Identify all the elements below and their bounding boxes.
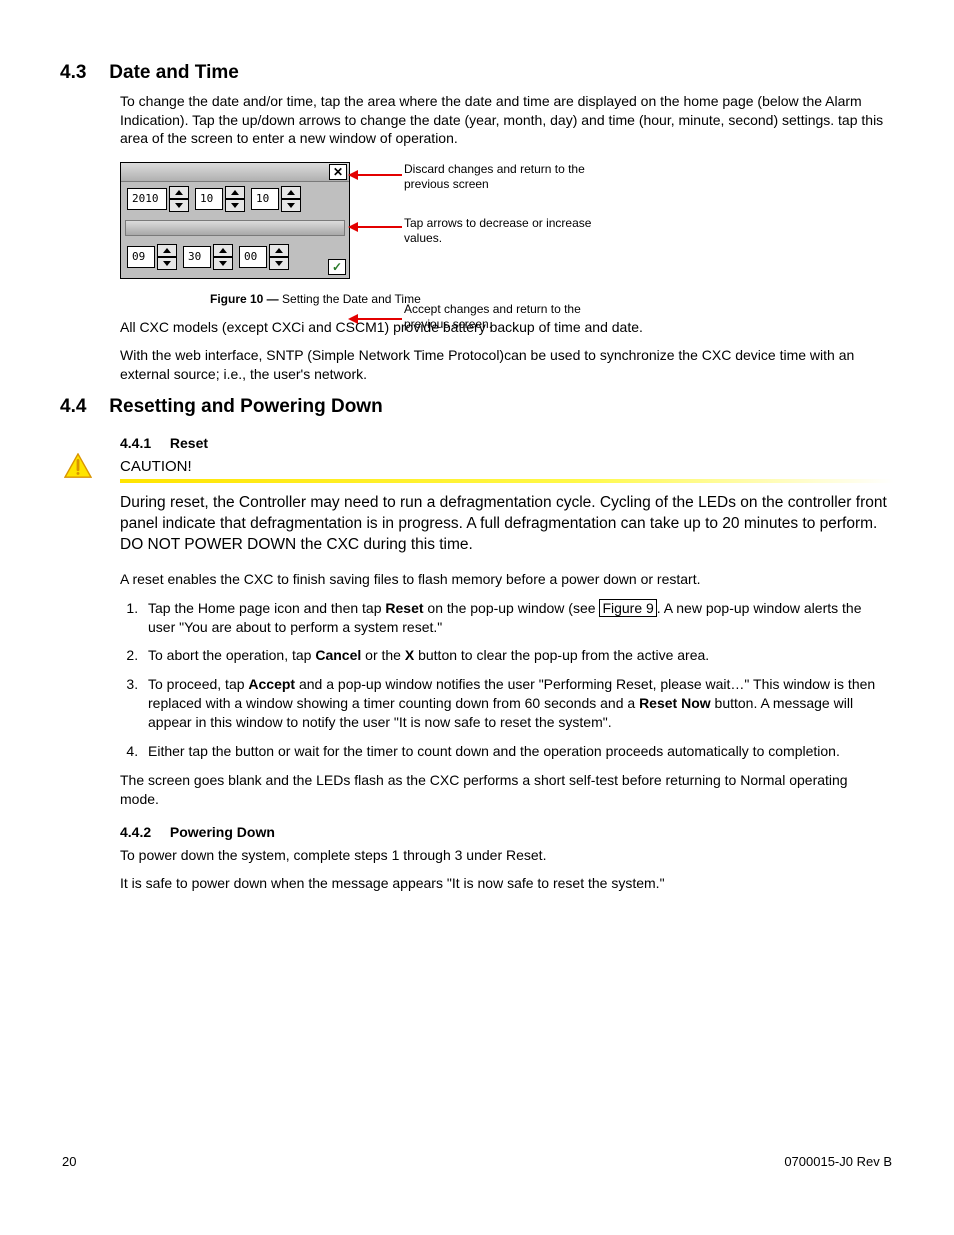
minute-down-icon[interactable] xyxy=(213,257,233,270)
callout-discard: Discard changes and return to the previo… xyxy=(404,162,624,192)
year-value: 2010 xyxy=(127,188,167,210)
date-row: 2010 10 10 xyxy=(121,182,349,216)
list-item: Tap the Home page icon and then tap Rese… xyxy=(142,599,890,637)
heading-4-4-1: 4.4.1 Reset xyxy=(120,434,890,453)
paragraph: A reset enables the CXC to finish saving… xyxy=(120,570,890,589)
list-item: To proceed, tap Accept and a pop-up wind… xyxy=(142,675,890,732)
callout-arrows: Tap arrows to decrease or increase value… xyxy=(404,216,624,246)
heading-4-4-2-number: 4.4.2 xyxy=(120,823,166,842)
reset-steps: Tap the Home page icon and then tap Rese… xyxy=(120,599,890,761)
figure-10: ✕ 2010 10 xyxy=(120,162,890,307)
dialog-titlebar: ✕ xyxy=(121,163,349,182)
close-icon[interactable]: ✕ xyxy=(329,164,347,180)
second-up-icon[interactable] xyxy=(269,244,289,257)
caution-divider xyxy=(120,479,894,483)
heading-4-3-title: Date and Time xyxy=(109,62,239,83)
paragraph: It is safe to power down when the messag… xyxy=(120,874,890,893)
heading-4-4-title: Resetting and Powering Down xyxy=(109,396,382,417)
paragraph: The screen goes blank and the LEDs flash… xyxy=(120,771,890,809)
day-up-icon[interactable] xyxy=(281,186,301,199)
year-down-icon[interactable] xyxy=(169,199,189,212)
year-spinner[interactable]: 2010 xyxy=(127,186,189,212)
month-spinner[interactable]: 10 xyxy=(195,186,245,212)
hour-down-icon[interactable] xyxy=(157,257,177,270)
month-value: 10 xyxy=(195,188,223,210)
heading-4-4-2-title: Powering Down xyxy=(170,824,275,840)
time-row: 09 30 00 xyxy=(121,240,349,274)
caution-icon xyxy=(64,453,92,479)
day-down-icon[interactable] xyxy=(281,199,301,212)
doc-id: 0700015-J0 Rev B xyxy=(784,1153,892,1171)
hour-spinner[interactable]: 09 xyxy=(127,244,177,270)
minute-up-icon[interactable] xyxy=(213,244,233,257)
second-down-icon[interactable] xyxy=(269,257,289,270)
figure-10-text: Setting the Date and Time xyxy=(279,292,421,306)
month-down-icon[interactable] xyxy=(225,199,245,212)
month-up-icon[interactable] xyxy=(225,186,245,199)
paragraph: To power down the system, complete steps… xyxy=(120,846,890,865)
minute-spinner[interactable]: 30 xyxy=(183,244,233,270)
day-value: 10 xyxy=(251,188,279,210)
second-spinner[interactable]: 00 xyxy=(239,244,289,270)
datetime-dialog: ✕ 2010 10 xyxy=(120,162,350,279)
heading-4-4: 4.4 Resetting and Powering Down xyxy=(60,394,894,420)
year-up-icon[interactable] xyxy=(169,186,189,199)
checkmark-icon[interactable]: ✓ xyxy=(328,259,346,275)
day-spinner[interactable]: 10 xyxy=(251,186,301,212)
dialog-divider xyxy=(125,220,345,236)
paragraph: To change the date and/or time, tap the … xyxy=(120,92,890,149)
callout-accept: Accept changes and return to the previou… xyxy=(404,302,624,332)
caution-label: CAUTION! xyxy=(120,457,894,477)
heading-4-3-number: 4.3 xyxy=(60,60,104,86)
link-figure-9[interactable]: Figure 9 xyxy=(599,599,656,617)
hour-value: 09 xyxy=(127,246,155,268)
heading-4-4-1-title: Reset xyxy=(170,435,208,451)
heading-4-3: 4.3 Date and Time xyxy=(60,60,894,86)
list-item: Either tap the button or wait for the ti… xyxy=(142,742,890,761)
heading-4-4-2: 4.4.2 Powering Down xyxy=(120,823,890,842)
hour-up-icon[interactable] xyxy=(157,244,177,257)
arrow-icon xyxy=(348,168,404,182)
arrow-icon xyxy=(348,220,404,234)
page-number: 20 xyxy=(62,1153,76,1171)
paragraph: With the web interface, SNTP (Simple Net… xyxy=(120,346,890,384)
minute-value: 30 xyxy=(183,246,211,268)
list-item: To abort the operation, tap Cancel or th… xyxy=(142,646,890,665)
caution-text: During reset, the Controller may need to… xyxy=(120,493,894,556)
heading-4-4-1-number: 4.4.1 xyxy=(120,434,166,453)
page-footer: 20 0700015-J0 Rev B xyxy=(60,1153,894,1171)
figure-10-label: Figure 10 — xyxy=(210,292,279,306)
heading-4-4-number: 4.4 xyxy=(60,394,104,420)
second-value: 00 xyxy=(239,246,267,268)
